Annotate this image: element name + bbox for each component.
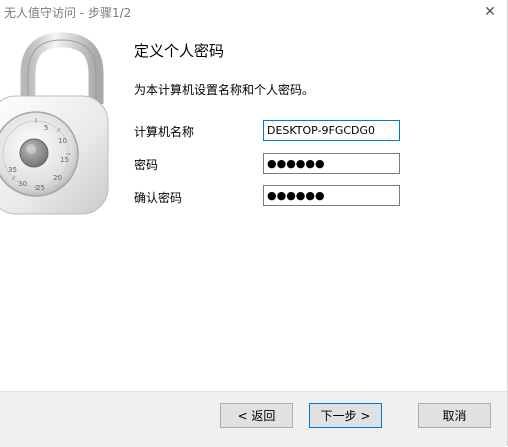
svg-text:25: 25 bbox=[36, 184, 45, 192]
computer-name-input[interactable]: DESKTOP-9FGCDG0 bbox=[263, 120, 400, 141]
svg-text:5: 5 bbox=[44, 124, 48, 132]
computer-name-label: 计算机名称 bbox=[134, 125, 195, 139]
page-description: 为本计算机设置名称和个人密码。 bbox=[134, 83, 315, 97]
padlock-icon: 5 10 15 20 25 30 35 bbox=[0, 30, 112, 220]
password-label: 密码 bbox=[134, 158, 159, 172]
confirm-password-input[interactable]: ●●●●●● bbox=[263, 185, 400, 206]
button-bar: < 返回 下一步 > 取消 bbox=[0, 391, 507, 447]
close-button[interactable]: ✕ bbox=[473, 0, 507, 24]
cancel-button[interactable]: 取消 bbox=[418, 403, 491, 428]
page-heading: 定义个人密码 bbox=[134, 42, 225, 60]
close-icon: ✕ bbox=[484, 4, 496, 20]
svg-text:35: 35 bbox=[8, 166, 17, 174]
password-input[interactable]: ●●●●●● bbox=[263, 153, 400, 174]
wizard-window: 无人值守访问 - 步骤1/2 ✕ 5 10 15 20 25 30 35 定义个… bbox=[0, 0, 508, 447]
back-button[interactable]: < 返回 bbox=[220, 403, 293, 428]
confirm-password-label: 确认密码 bbox=[134, 191, 183, 205]
svg-text:10: 10 bbox=[58, 137, 67, 145]
next-button[interactable]: 下一步 > bbox=[309, 403, 382, 428]
svg-text:30: 30 bbox=[18, 180, 27, 188]
svg-text:20: 20 bbox=[53, 174, 62, 182]
svg-text:15: 15 bbox=[60, 156, 69, 164]
title-bar: 无人值守访问 - 步骤1/2 ✕ bbox=[0, 0, 507, 24]
window-title: 无人值守访问 - 步骤1/2 bbox=[4, 6, 132, 20]
